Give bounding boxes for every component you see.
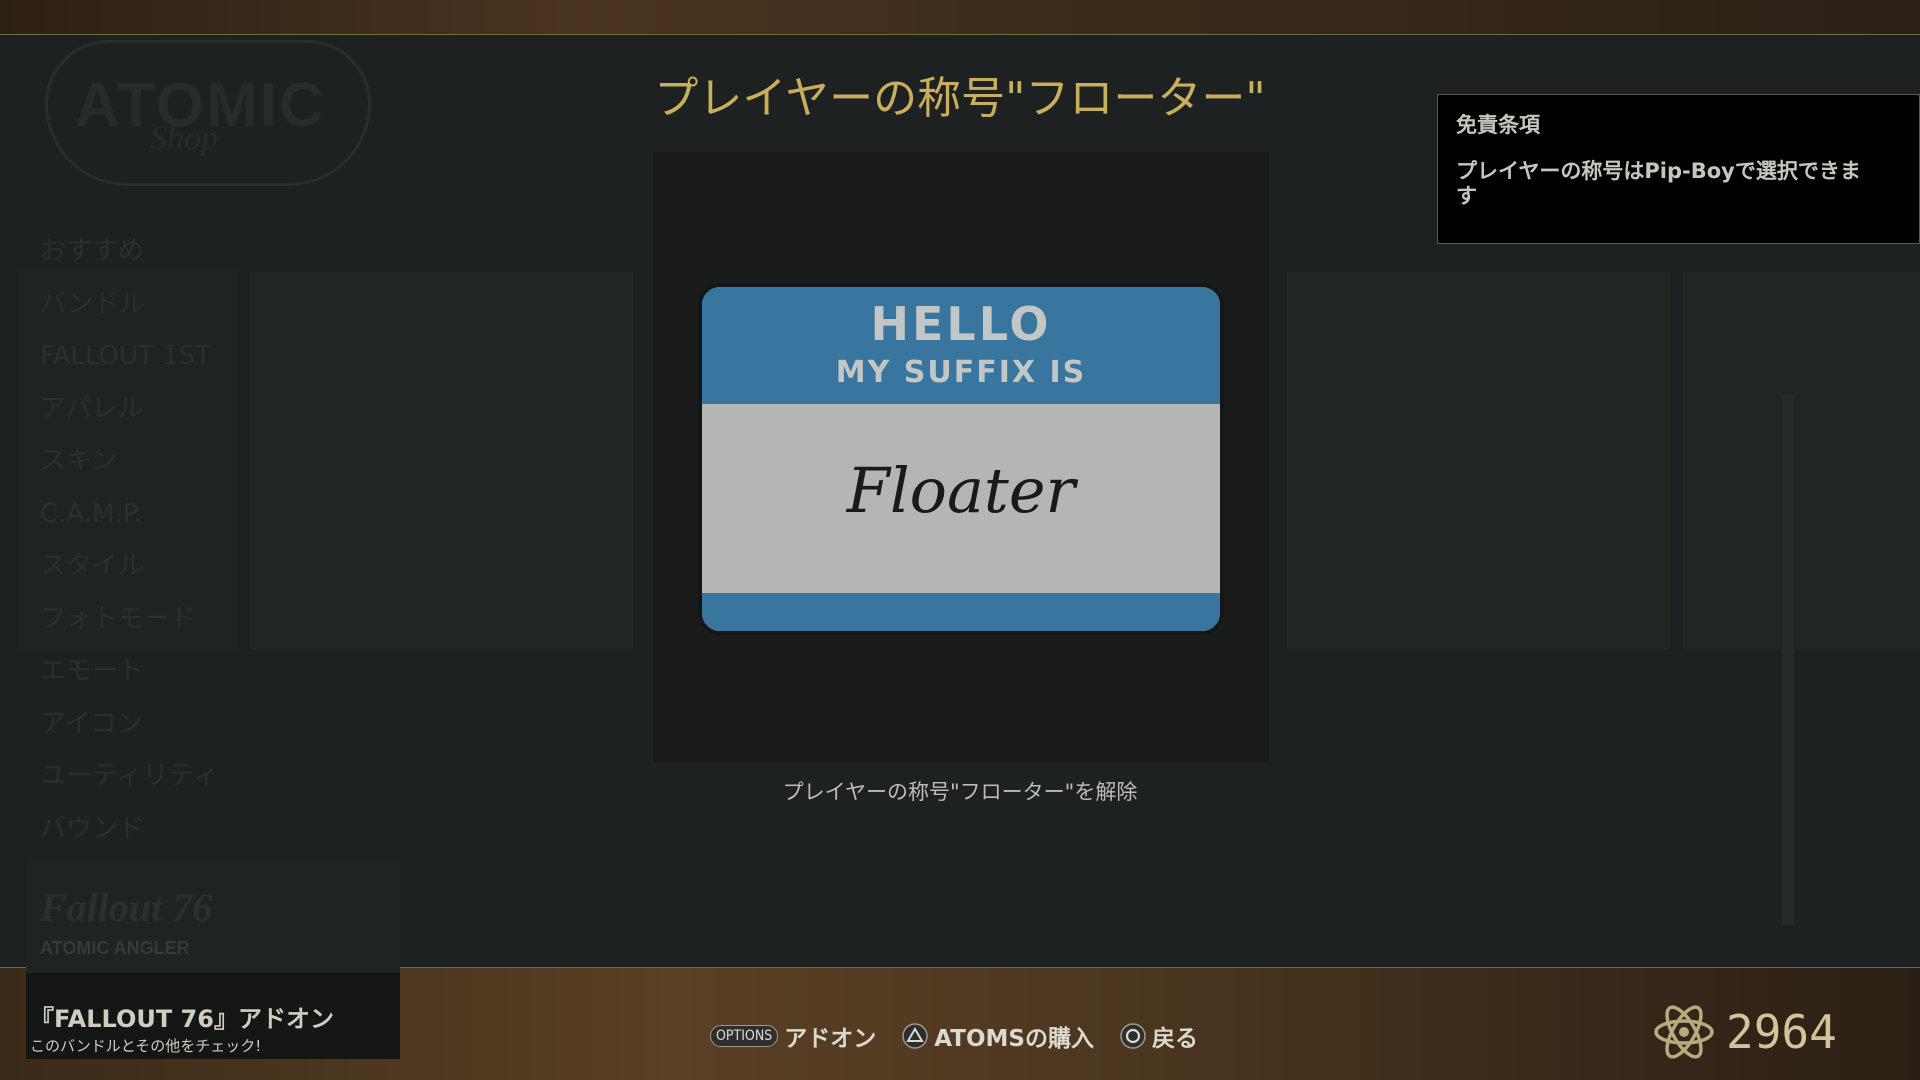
addon-bundle-title: 『FALLOUT 76』アドオン — [30, 1005, 334, 1033]
name-tag-name: Floater — [846, 454, 1076, 527]
promo-logo: Fallout 76 — [40, 885, 213, 930]
category-item[interactable]: おすすめ — [40, 225, 219, 278]
options-key-icon: OPTIONS — [710, 1025, 779, 1047]
atom-icon — [1654, 1005, 1714, 1059]
disclaimer-panel: 免責条項 プレイヤーの称号はPip-Boyで選択できます — [1437, 94, 1920, 244]
circle-button-icon — [1120, 1023, 1146, 1049]
name-tag-hello: HELLO — [870, 297, 1052, 351]
shop-card — [1683, 272, 1920, 650]
addon-button-label: アドオン — [784, 1026, 877, 1052]
category-item[interactable]: スタイル — [40, 540, 219, 593]
category-item[interactable]: アパレル — [40, 383, 219, 436]
disclaimer-body: プレイヤーの称号はPip-Boyで選択できます — [1456, 159, 1861, 208]
buy-atoms-button[interactable]: ATOMSの購入 — [902, 1019, 1094, 1053]
category-item[interactable]: フォトモード — [40, 593, 219, 646]
category-item[interactable]: エモート — [40, 645, 219, 698]
name-tag-footer — [702, 593, 1220, 631]
category-item[interactable]: C.A.M.P. — [40, 488, 219, 541]
name-tag-header: HELLO MY SUFFIX IS — [702, 287, 1220, 404]
back-label: 戻る — [1151, 1026, 1198, 1052]
back-button[interactable]: 戻る — [1120, 1019, 1198, 1053]
addon-bundle-subtitle: このバンドルとその他をチェック! — [30, 1037, 262, 1055]
promo-subtitle: ATOMIC ANGLER — [40, 938, 190, 958]
addon-bundle-link[interactable]: 『FALLOUT 76』アドオン このバンドルとその他をチェック! — [26, 973, 400, 1059]
name-tag-image: HELLO MY SUFFIX IS Floater — [698, 283, 1224, 635]
name-tag-my-suffix: MY SUFFIX IS — [835, 355, 1087, 390]
category-item[interactable]: FALLOUT 1ST — [40, 330, 219, 383]
category-item[interactable]: バンドル — [40, 278, 219, 331]
background-top — [0, 0, 1920, 34]
buy-atoms-label: ATOMSの購入 — [934, 1026, 1094, 1052]
shop-card — [1287, 272, 1670, 650]
category-item[interactable]: バウンド — [40, 803, 219, 856]
shop-card — [250, 272, 633, 650]
category-list: おすすめ バンドル FALLOUT 1ST アパレル スキン C.A.M.P. … — [40, 225, 219, 855]
category-item[interactable]: スキン — [40, 435, 219, 488]
triangle-button-icon — [902, 1023, 928, 1049]
addon-button[interactable]: OPTIONS アドオン — [710, 1019, 876, 1053]
category-item[interactable]: アイコン — [40, 698, 219, 751]
unlock-caption: プレイヤーの称号"フローター"を解除 — [782, 780, 1138, 804]
disclaimer-title: 免責条項 — [1456, 113, 1540, 137]
scrollbar[interactable] — [1782, 395, 1794, 925]
footer-prompts: OPTIONS アドオン ATOMSの購入 戻る — [710, 1020, 1224, 1052]
atoms-value: 2964 — [1726, 1005, 1837, 1059]
atoms-balance: 2964 — [1652, 1000, 1837, 1064]
